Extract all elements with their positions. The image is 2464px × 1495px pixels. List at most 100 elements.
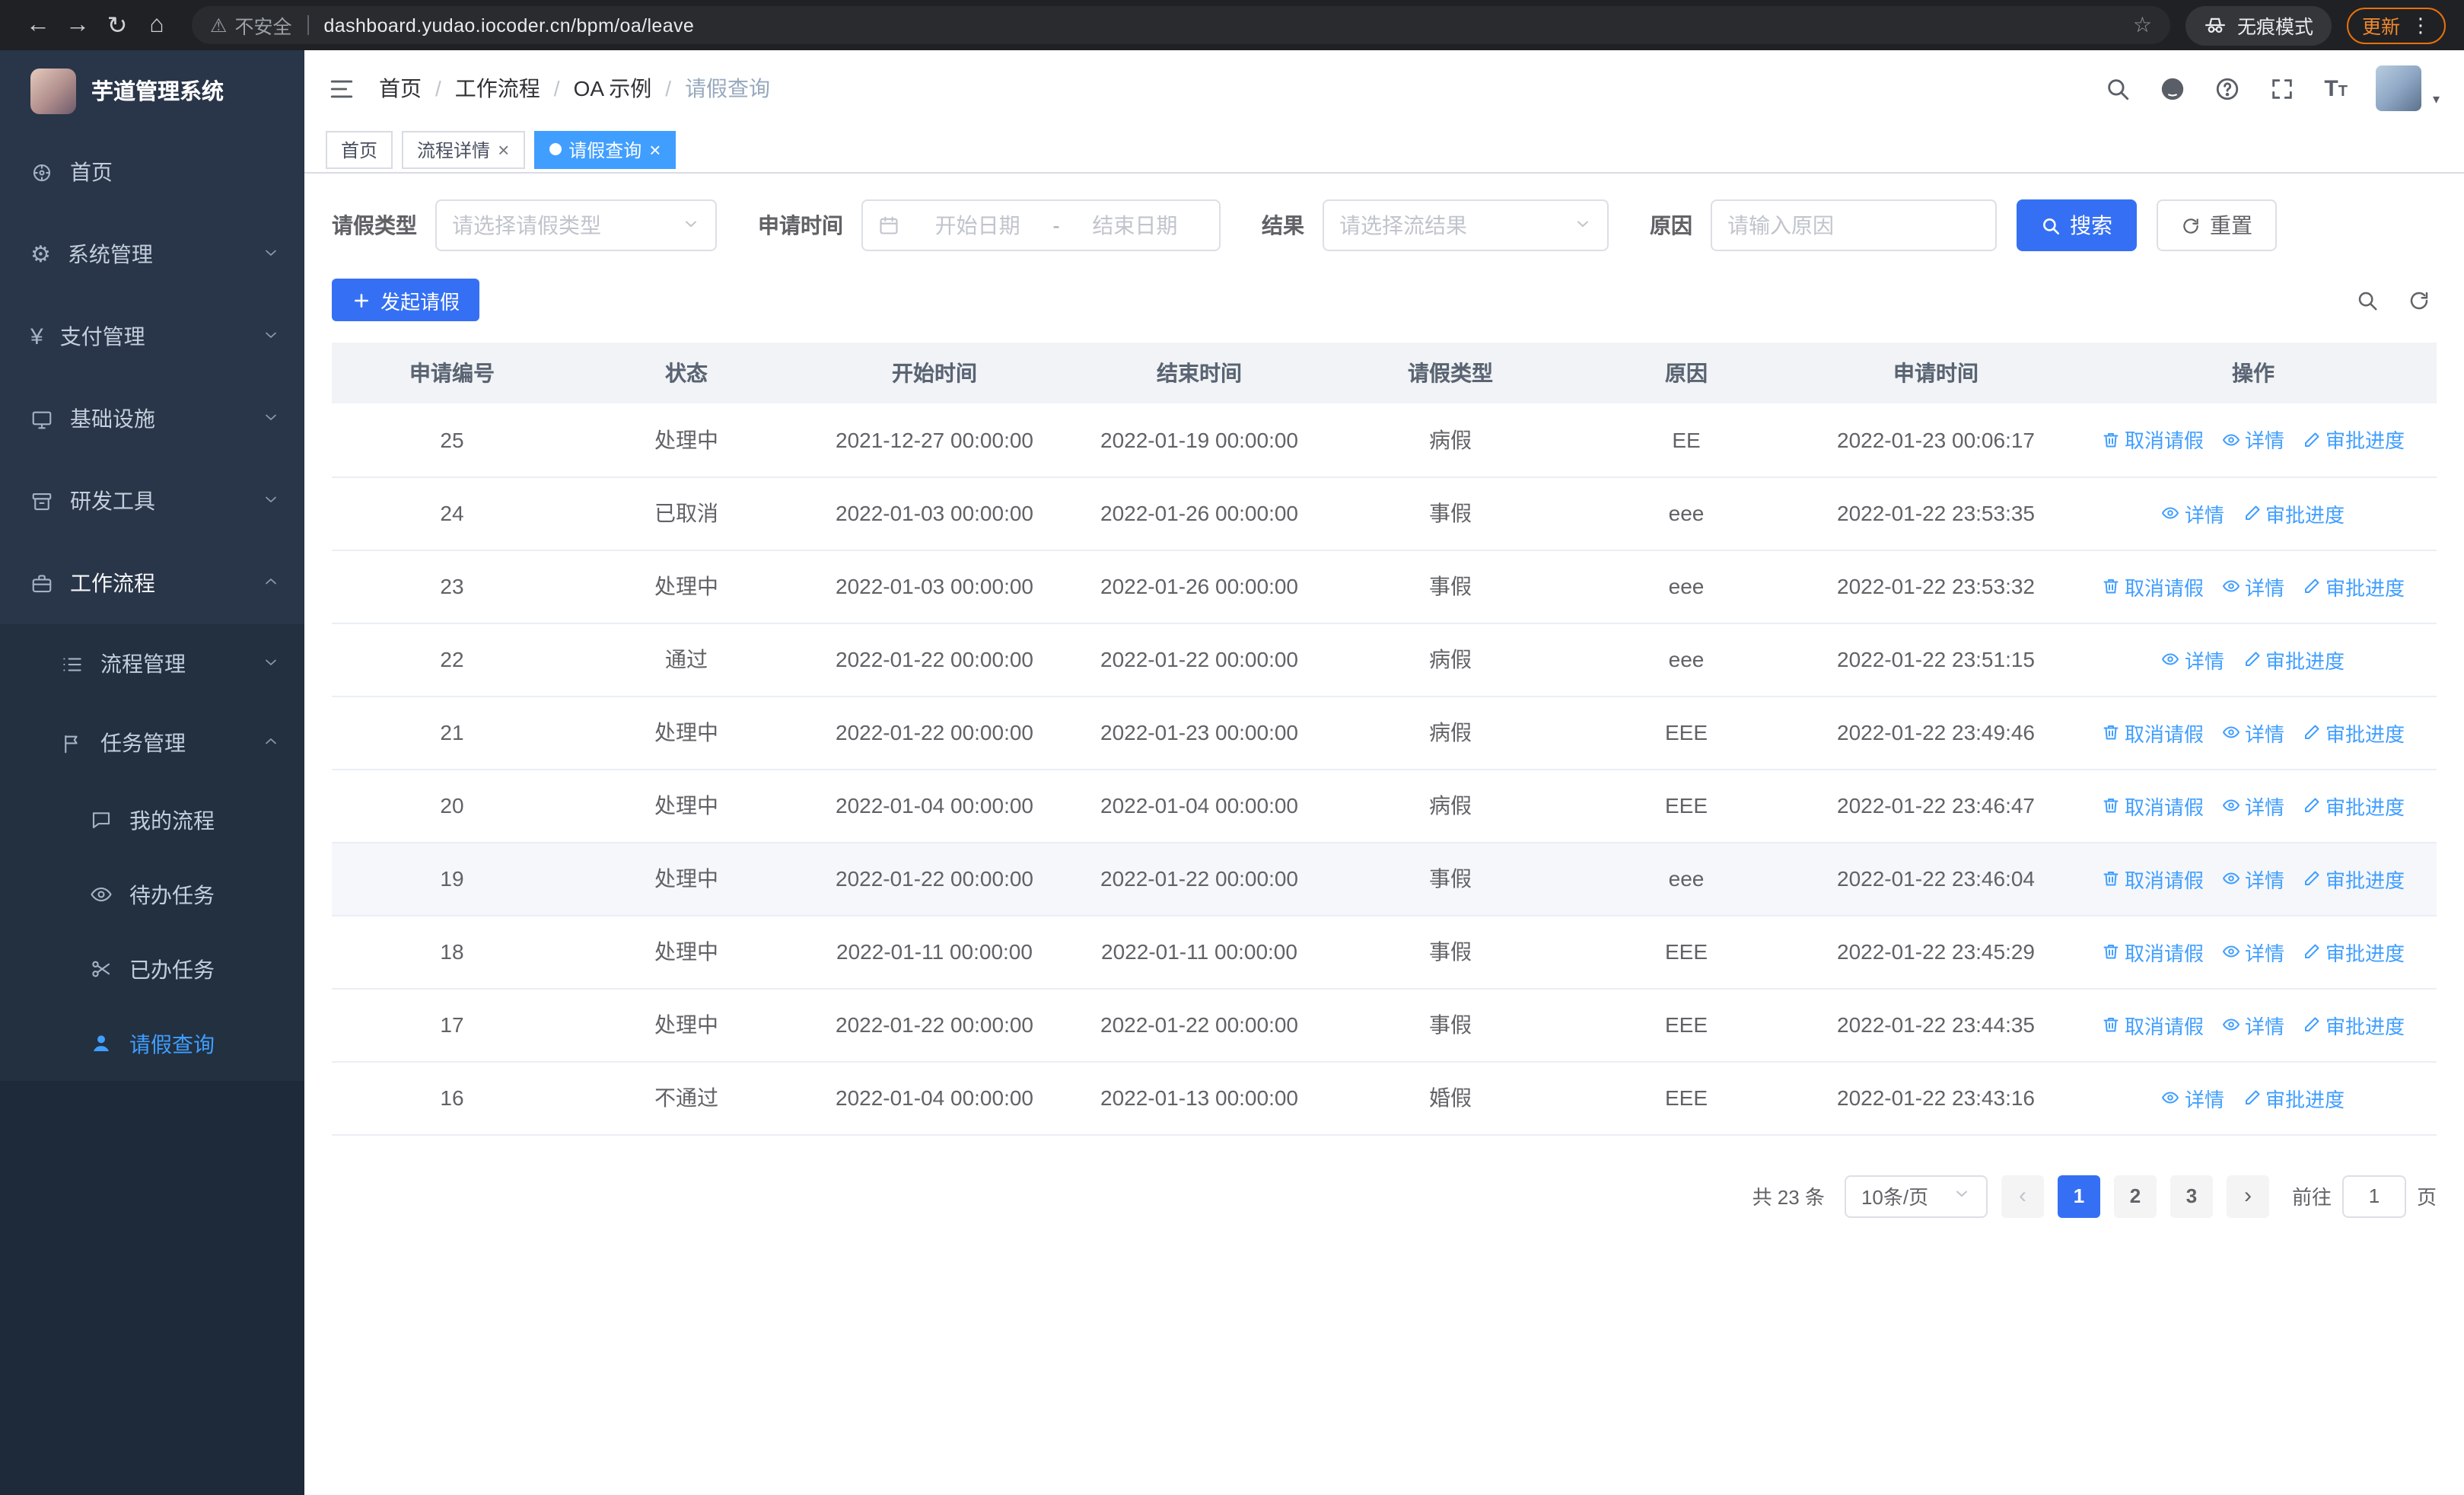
- search-button[interactable]: 搜索: [2017, 199, 2137, 251]
- sidebar-item-基础设施[interactable]: 基础设施: [0, 378, 304, 460]
- cancel-action-link[interactable]: 取消请假: [2102, 864, 2204, 893]
- search-icon[interactable]: [2105, 75, 2131, 101]
- progress-action-link[interactable]: 审批进度: [2303, 426, 2405, 454]
- leave-type-select[interactable]: 请选择请假类型: [435, 199, 717, 251]
- page-size-select[interactable]: 10条/页: [1844, 1175, 1988, 1217]
- app-logo[interactable]: 芋道管理系统: [0, 50, 304, 131]
- result-select[interactable]: 请选择流结果: [1323, 199, 1609, 251]
- prev-page-button[interactable]: ‹: [2001, 1175, 2044, 1217]
- sidebar-item-研发工具[interactable]: 研发工具: [0, 460, 304, 542]
- sidebar-item-待办任务[interactable]: 待办任务: [0, 857, 304, 932]
- sidebar-item-工作流程[interactable]: 工作流程: [0, 542, 304, 624]
- browser-chrome: ← → ↻ ⌂ ⚠ 不安全 dashboard.yudao.iocoder.cn…: [0, 0, 2464, 50]
- page-button-2[interactable]: 2: [2113, 1175, 2157, 1217]
- progress-action-link[interactable]: 审批进度: [2243, 645, 2345, 674]
- progress-action-link[interactable]: 审批进度: [2303, 718, 2405, 747]
- github-icon[interactable]: [2160, 75, 2185, 101]
- sidebar-item-我的流程[interactable]: 我的流程: [0, 783, 304, 857]
- browser-menu-icon[interactable]: ⋮: [2411, 13, 2431, 37]
- table-row[interactable]: 16 不通过 2022-01-04 00:00:00 2022-01-13 00:00…: [332, 1061, 2437, 1135]
- table-row[interactable]: 22 通过 2022-01-22 00:00:00 2022-01-22 00:00:…: [332, 623, 2437, 696]
- cell-end: 2022-01-22 00:00:00: [1068, 988, 1330, 1062]
- sidebar-item-支付管理[interactable]: ¥ 支付管理: [0, 295, 304, 378]
- close-tab-icon[interactable]: ×: [498, 139, 509, 159]
- cell-id: 16: [332, 1061, 572, 1135]
- table-row[interactable]: 24 已取消 2022-01-03 00:00:00 2022-01-26 00:00…: [332, 477, 2437, 550]
- detail-action-link[interactable]: 详情: [2222, 426, 2284, 454]
- collapse-menu-icon[interactable]: [329, 75, 355, 101]
- sidebar-item-流程管理[interactable]: 流程管理: [0, 624, 304, 703]
- progress-action-link[interactable]: 审批进度: [2303, 791, 2405, 820]
- cell-status: 处理中: [572, 769, 801, 843]
- detail-action-link[interactable]: 详情: [2162, 1083, 2224, 1112]
- page-button-1[interactable]: 1: [2057, 1175, 2100, 1217]
- table-row[interactable]: 23 处理中 2022-01-03 00:00:00 2022-01-26 00:00…: [332, 550, 2437, 623]
- progress-action-link[interactable]: 审批进度: [2303, 864, 2405, 893]
- cell-start: 2022-01-03 00:00:00: [801, 550, 1068, 623]
- incognito-icon: [2204, 14, 2227, 37]
- fullscreen-icon[interactable]: [2269, 75, 2295, 101]
- progress-action-link[interactable]: 审批进度: [2303, 1010, 2405, 1039]
- tab-home[interactable]: 首页: [326, 130, 393, 168]
- close-tab-icon[interactable]: ×: [649, 139, 661, 159]
- sidebar-item-首页[interactable]: 首页: [0, 131, 304, 213]
- progress-action-link[interactable]: 审批进度: [2303, 572, 2405, 601]
- table-row[interactable]: 18 处理中 2022-01-11 00:00:00 2022-01-11 00:00…: [332, 915, 2437, 989]
- reason-input[interactable]: [1727, 213, 1980, 237]
- progress-action-link[interactable]: 审批进度: [2243, 1083, 2345, 1112]
- goto-page-input[interactable]: [2341, 1175, 2406, 1217]
- cancel-action-link[interactable]: 取消请假: [2102, 937, 2204, 966]
- back-icon[interactable]: ←: [18, 11, 58, 39]
- show-search-icon[interactable]: [2356, 288, 2379, 311]
- avatar-caret-icon[interactable]: ▾: [2433, 91, 2440, 111]
- url-bar[interactable]: ⚠ 不安全 dashboard.yudao.iocoder.cn/bpm/oa/…: [192, 6, 2170, 44]
- tab-process-detail[interactable]: 流程详情 ×: [402, 130, 525, 168]
- breadcrumb-home[interactable]: 首页: [379, 73, 422, 104]
- table-row[interactable]: 20 处理中 2022-01-04 00:00:00 2022-01-04 00:00…: [332, 769, 2437, 843]
- sidebar-item-系统管理[interactable]: ⚙ 系统管理: [0, 213, 304, 295]
- browser-update-button[interactable]: 更新 ⋮: [2346, 7, 2446, 43]
- cancel-action-link[interactable]: 取消请假: [2102, 718, 2204, 747]
- cancel-action-link[interactable]: 取消请假: [2102, 791, 2204, 820]
- progress-action-link[interactable]: 审批进度: [2303, 937, 2405, 966]
- table-row[interactable]: 21 处理中 2022-01-22 00:00:00 2022-01-23 00:00…: [332, 696, 2437, 770]
- detail-action-link[interactable]: 详情: [2162, 645, 2224, 674]
- table-row[interactable]: 17 处理中 2022-01-22 00:00:00 2022-01-22 00:00…: [332, 988, 2437, 1062]
- chat-icon: [90, 808, 113, 831]
- tab-leave-query[interactable]: 请假查询 ×: [533, 130, 676, 168]
- cancel-action-link[interactable]: 取消请假: [2102, 572, 2204, 601]
- cancel-action-link[interactable]: 取消请假: [2102, 1010, 2204, 1039]
- detail-action-link[interactable]: 详情: [2222, 1010, 2284, 1039]
- detail-action-link[interactable]: 详情: [2222, 718, 2284, 747]
- detail-action-link[interactable]: 详情: [2222, 791, 2284, 820]
- monitor-icon: [30, 407, 53, 430]
- font-size-icon[interactable]: TT: [2324, 75, 2348, 101]
- forward-icon[interactable]: →: [58, 11, 97, 39]
- refresh-table-icon[interactable]: [2408, 288, 2431, 311]
- detail-action-link[interactable]: 详情: [2222, 937, 2284, 966]
- progress-action-link[interactable]: 审批进度: [2243, 499, 2345, 528]
- reload-icon[interactable]: ↻: [97, 10, 137, 40]
- detail-action-link[interactable]: 详情: [2222, 864, 2284, 893]
- detail-action-link[interactable]: 详情: [2222, 572, 2284, 601]
- user-avatar[interactable]: [2376, 65, 2422, 111]
- not-secure-warning[interactable]: ⚠ 不安全: [210, 11, 291, 40]
- cell-status: 通过: [572, 623, 801, 696]
- date-range-picker[interactable]: 开始日期 - 结束日期: [861, 199, 1221, 251]
- page-button-3[interactable]: 3: [2170, 1175, 2213, 1217]
- table-row[interactable]: 19 处理中 2022-01-22 00:00:00 2022-01-22 00:00…: [332, 842, 2437, 916]
- detail-action-link[interactable]: 详情: [2162, 499, 2224, 528]
- breadcrumb-oa[interactable]: OA 示例: [574, 73, 652, 104]
- sidebar-item-任务管理[interactable]: 任务管理: [0, 703, 304, 783]
- next-page-button[interactable]: ›: [2226, 1175, 2269, 1217]
- sidebar-item-已办任务[interactable]: 已办任务: [0, 932, 304, 1006]
- bookmark-star-icon[interactable]: ☆: [2133, 12, 2152, 38]
- help-icon[interactable]: [2214, 75, 2240, 101]
- reset-button[interactable]: 重置: [2157, 199, 2277, 251]
- breadcrumb-workflow[interactable]: 工作流程: [455, 73, 540, 104]
- table-row[interactable]: 25 处理中 2021-12-27 00:00:00 2022-01-19 00:00…: [332, 403, 2437, 477]
- create-leave-button[interactable]: 发起请假: [332, 279, 480, 321]
- cancel-action-link[interactable]: 取消请假: [2102, 426, 2204, 454]
- home-icon[interactable]: ⌂: [137, 11, 177, 39]
- sidebar-item-请假查询[interactable]: 请假查询: [0, 1006, 304, 1081]
